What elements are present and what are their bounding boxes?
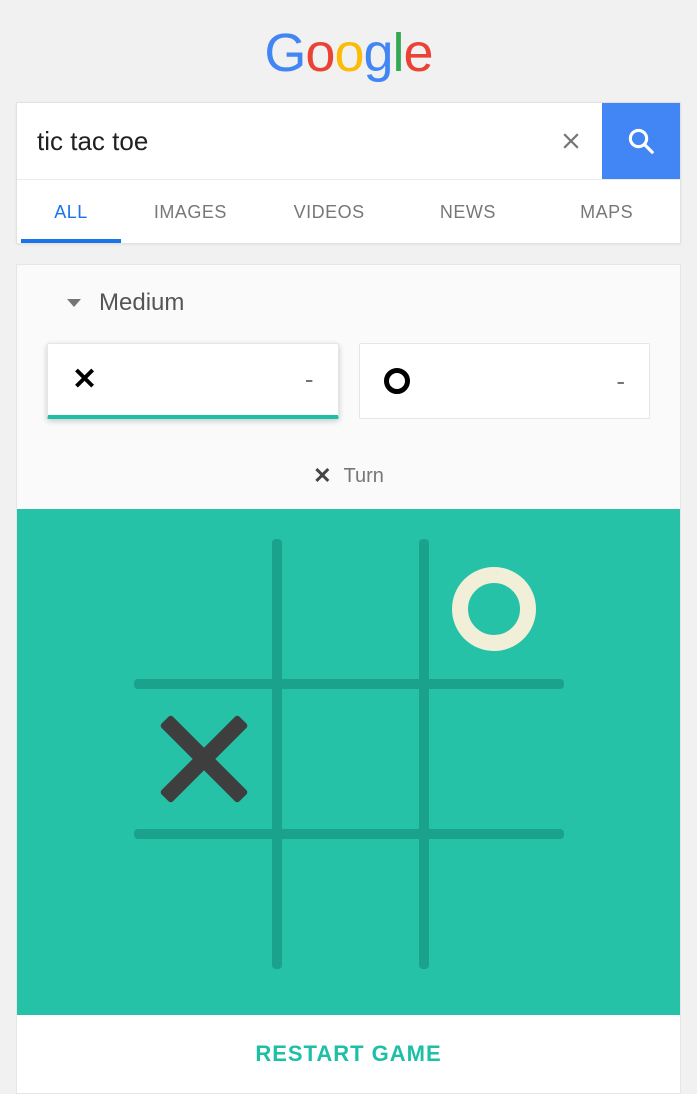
turn-label: Turn <box>344 465 384 488</box>
score-box-o: - <box>359 343 651 419</box>
tab-maps[interactable]: MAPS <box>537 180 676 243</box>
cell-0-2[interactable] <box>424 539 564 679</box>
x-piece <box>160 715 248 803</box>
cell-1-0[interactable] <box>134 689 274 829</box>
score-box-x: ✕ - <box>47 343 339 419</box>
search-input[interactable] <box>17 103 540 179</box>
cell-2-0[interactable] <box>134 839 274 979</box>
search-tabs: ALL IMAGES VIDEOS NEWS MAPS <box>17 179 680 243</box>
cell-2-1[interactable] <box>279 839 419 979</box>
tab-videos[interactable]: VIDEOS <box>260 180 399 243</box>
grid-line <box>134 829 564 839</box>
difficulty-selector[interactable]: Medium <box>67 289 650 317</box>
difficulty-label: Medium <box>99 289 184 317</box>
tic-tac-toe-card: Medium ✕ - - ✕ Turn <box>16 264 681 1094</box>
cell-0-1[interactable] <box>279 539 419 679</box>
x-icon: ✕ <box>72 362 97 397</box>
o-icon <box>384 368 410 394</box>
score-x-value: - <box>305 364 314 395</box>
cell-1-2[interactable] <box>424 689 564 829</box>
close-icon <box>558 128 584 154</box>
x-icon: ✕ <box>313 463 331 489</box>
cell-2-2[interactable] <box>424 839 564 979</box>
search-button[interactable] <box>602 103 680 179</box>
cell-0-0[interactable] <box>134 539 274 679</box>
o-piece <box>452 567 536 651</box>
search-icon <box>626 126 656 156</box>
cell-1-1[interactable] <box>279 689 419 829</box>
tab-images[interactable]: IMAGES <box>121 180 260 243</box>
tab-news[interactable]: NEWS <box>399 180 538 243</box>
score-o-value: - <box>616 366 625 397</box>
search-card: ALL IMAGES VIDEOS NEWS MAPS <box>16 102 681 244</box>
game-board <box>134 539 564 969</box>
clear-button[interactable] <box>540 103 602 179</box>
chevron-down-icon <box>67 299 81 307</box>
turn-indicator: ✕ Turn <box>17 447 680 509</box>
restart-button[interactable]: RESTART GAME <box>17 1015 680 1093</box>
grid-line <box>134 679 564 689</box>
google-logo: Google <box>0 0 697 102</box>
tab-all[interactable]: ALL <box>21 180 121 243</box>
